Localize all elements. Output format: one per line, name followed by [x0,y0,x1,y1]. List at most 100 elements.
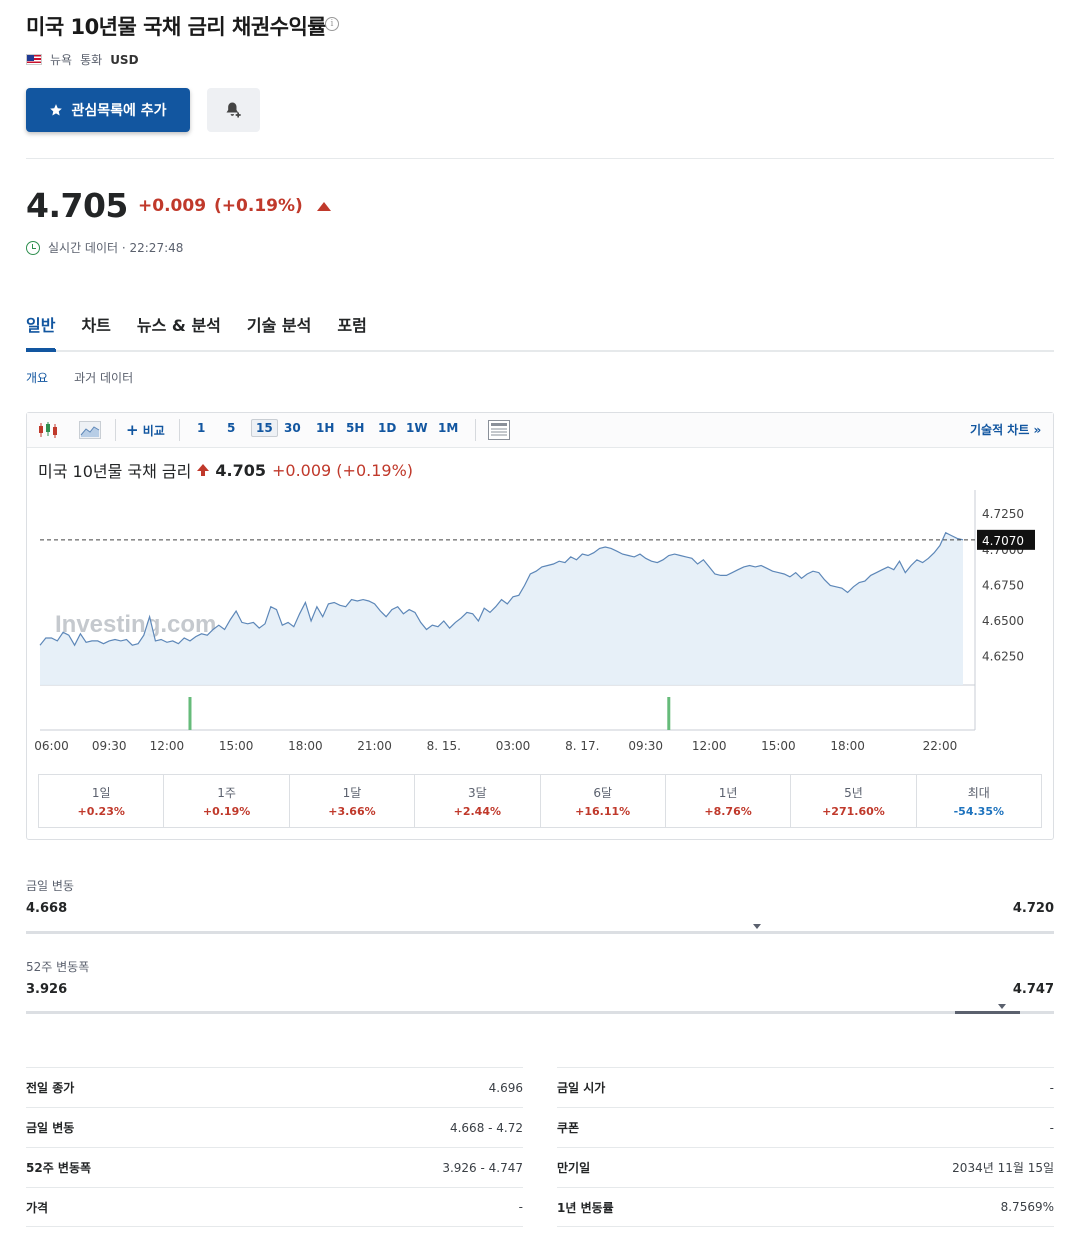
period-cell[interactable]: 1일 +0.23% [39,775,165,827]
period-cell[interactable]: 1년 +8.76% [666,775,792,827]
interval-5[interactable]: 5 [227,421,235,435]
x-tick-label: 8. 17. [565,739,599,753]
realtime-text: 실시간 데이터 · 22:27:48 [48,241,184,255]
stat-row: 52주 변동폭 3.926 - 4.747 [26,1147,523,1187]
info-icon[interactable]: i [325,17,339,31]
y-tick-label: 4.6500 [982,614,1024,628]
x-tick-label: 8. 15. [427,739,461,753]
main-tabs: 일반 차트 뉴스 & 분석 기술 분석 포럼 [26,312,367,351]
interval-1w[interactable]: 1W [406,421,428,435]
x-tick-label: 22:00 [923,739,958,753]
x-tick-label: 03:00 [496,739,531,753]
change-percent: (+0.19%) [214,196,303,216]
week52-range-fill [955,1011,1020,1014]
x-tick-label: 15:00 [219,739,254,753]
candlestick-icon[interactable] [38,421,58,439]
stat-row: 쿠폰 - [557,1107,1054,1147]
investing-watermark: Investing.com [55,611,216,638]
subtab-historical-data[interactable]: 과거 데이터 [74,369,133,386]
chart-instrument-name: 미국 10년물 국채 금리 [38,462,192,481]
up-arrow-icon [316,201,331,211]
realtime-status: 실시간 데이터 · 22:27:48 [26,239,183,256]
tab-chart[interactable]: 차트 [81,312,110,351]
tab-technical[interactable]: 기술 분석 [247,312,311,351]
tab-general[interactable]: 일반 [26,312,56,351]
watchlist-button-label: 관심목록에 추가 [71,103,167,119]
area-chart-icon[interactable] [79,421,101,439]
stat-row: 금일 변동 4.668 - 4.72 [26,1107,523,1147]
compare-label: 비교 [142,424,165,438]
us-flag-icon [26,54,42,65]
add-alert-button[interactable] [207,88,260,132]
stat-value: - [1049,1080,1054,1095]
price-chart[interactable]: Investing.com4.72504.70004.67504.65004.6… [27,490,1053,770]
day-range-label: 금일 변동 [26,879,74,893]
interval-1[interactable]: 1 [197,421,205,435]
day-range-bar [26,931,1054,934]
x-tick-label: 18:00 [288,739,323,753]
week52-range-marker [997,1004,1006,1009]
plus-icon: + [126,421,139,439]
period-cell[interactable]: 최대 -54.35% [917,775,1041,827]
interval-5h[interactable]: 5H [346,421,364,435]
period-cell[interactable]: 6달 +16.11% [541,775,666,827]
interval-1h[interactable]: 1H [316,421,334,435]
tab-forum[interactable]: 포럼 [337,312,366,351]
chart-toolbar: + 비교 1 5 15 30 1H 5H 1D 1W 1M 기술적 차트 » [27,413,1053,448]
volume-bar [667,697,671,730]
interval-1m[interactable]: 1M [438,421,458,435]
y-tick-label: 4.6750 [982,578,1024,592]
day-range-marker [752,924,761,929]
subtab-overview[interactable]: 개요 [26,369,48,386]
toolbar-separator [179,419,180,441]
add-to-watchlist-button[interactable]: 관심목록에 추가 [26,88,190,132]
volume-bar [188,697,192,730]
period-cell[interactable]: 5년 +271.60% [791,775,917,827]
period-cell[interactable]: 1주 +0.19% [164,775,290,827]
compare-button[interactable]: + 비교 [126,421,165,439]
tabs-underline [26,350,1054,352]
last-price: 4.705 [26,186,128,225]
period-change: +8.76% [704,805,752,818]
period-label: 6달 [593,786,613,800]
technical-chart-link[interactable]: 기술적 차트 » [970,421,1041,438]
currency-value: USD [110,52,139,67]
stat-row: 가격 - [26,1187,523,1227]
change-value: +0.009 [138,196,207,216]
period-label: 1년 [718,786,738,800]
stat-key: 가격 [26,1200,49,1215]
tab-news-analysis[interactable]: 뉴스 & 분석 [137,312,221,351]
stat-row: 전일 종가 4.696 [26,1067,523,1107]
interval-1d[interactable]: 1D [378,421,396,435]
x-tick-label: 12:00 [150,739,185,753]
period-label: 최대 [967,786,990,800]
y-tick-label: 4.6250 [982,650,1024,664]
period-change: +2.44% [453,805,501,818]
chart-title-bar: 미국 10년물 국채 금리 4.705 +0.009 (+0.19%) [38,458,413,482]
interval-15[interactable]: 15 [251,419,278,437]
divider [26,158,1054,159]
period-change: -54.35% [953,805,1004,818]
toolbar-separator [475,419,476,441]
stat-key: 1년 변동률 [557,1200,614,1215]
stat-key: 쿠폰 [557,1121,580,1135]
y-tick-label: 4.7250 [982,507,1024,521]
exchange-location: 뉴욕 [50,53,73,67]
layout-icon[interactable] [488,420,510,440]
up-arrow-icon [197,464,210,476]
day-range-high: 4.720 [1012,901,1054,916]
period-change: +16.11% [575,805,631,818]
stats-column-right: 금일 시가 - 쿠폰 - 만기일 2034년 11월 15일 1년 변동률 8.7569% [557,1067,1054,1227]
stat-value: 3.926 - 4.747 [442,1160,523,1175]
stat-key: 52주 변동폭 [26,1161,92,1175]
stat-key: 금일 시가 [557,1081,606,1095]
clock-icon [26,240,40,255]
period-cell[interactable]: 1달 +3.66% [290,775,416,827]
current-price-label: 4.7070 [982,534,1024,548]
x-tick-label: 06:00 [34,739,69,753]
period-label: 5년 [844,786,863,800]
currency-label: 통화 [80,53,103,67]
toolbar-separator [115,419,116,441]
interval-30[interactable]: 30 [284,421,301,435]
period-cell[interactable]: 3달 +2.44% [415,775,541,827]
